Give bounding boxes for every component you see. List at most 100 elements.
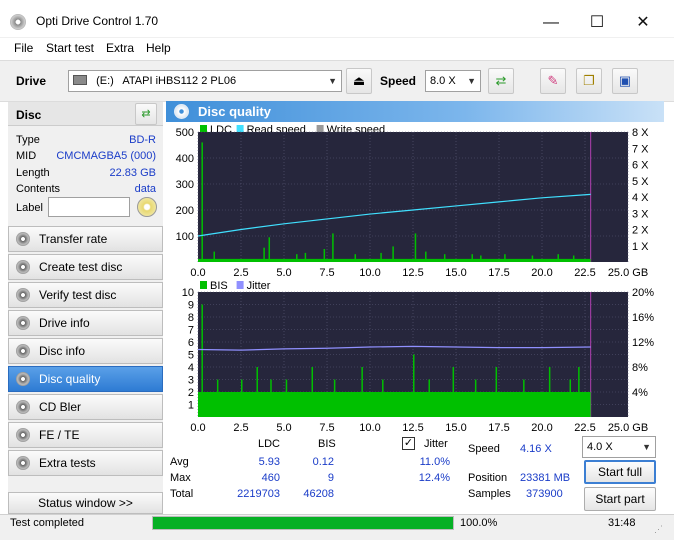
chevron-down-icon: ▼ <box>642 442 651 452</box>
eject-button[interactable]: ⏏ <box>346 68 372 94</box>
copy-button[interactable]: ❐ <box>576 68 602 94</box>
disc-icon <box>16 344 30 358</box>
nav-cd-bler[interactable]: CD Bler <box>8 394 163 420</box>
menu-file[interactable]: File <box>14 41 33 55</box>
chart2-y-tick-label: 3 <box>188 375 194 387</box>
max-ldc-value: 460 <box>261 472 280 484</box>
disc-icon <box>16 372 30 386</box>
chevron-down-icon: ▼ <box>328 76 337 86</box>
test-speed-select[interactable]: 4.0 X ▼ <box>582 436 656 458</box>
start-part-button[interactable]: Start part <box>584 487 656 511</box>
disc-icon <box>16 400 30 414</box>
chart1-ldc-bar <box>471 254 473 262</box>
nav-label: Create test disc <box>39 260 123 274</box>
nav-disc-quality[interactable]: Disc quality <box>8 366 163 392</box>
chart2-bis-bar <box>452 367 455 417</box>
nav-create-test-disc[interactable]: Create test disc <box>8 254 163 280</box>
minimize-button[interactable]: — <box>528 8 574 38</box>
contents-value: data <box>134 183 156 195</box>
close-button[interactable]: ✕ <box>620 8 666 38</box>
chart1-ldc-bar <box>380 252 382 262</box>
chart1-y-tick-label: 300 <box>176 179 194 191</box>
chart1-y2-tick-label: 1 X <box>632 241 649 253</box>
chart2-legend-swatch-1 <box>236 281 244 289</box>
chart2-y-tick-label: 4 <box>188 362 194 374</box>
chart1-y2-tick-label: 2 X <box>632 225 649 237</box>
chart2-x-tick-label: 7.5 <box>319 422 334 432</box>
drive-label: Drive <box>16 74 47 88</box>
chart1-ldc-bar <box>557 254 559 262</box>
nav-verify-test-disc[interactable]: Verify test disc <box>8 282 163 308</box>
app-disc-icon <box>10 14 26 30</box>
chart1-x-tick-label: 12.5 <box>402 267 423 279</box>
nav-label: Extra tests <box>39 456 96 470</box>
chart2-y-tick-label: 5 <box>188 350 194 362</box>
chart1-y2-tick-label: 8 X <box>632 127 649 139</box>
main-title: Disc quality <box>198 104 271 119</box>
chart2-bis-bar <box>578 367 580 417</box>
type-value: BD-R <box>129 134 156 146</box>
jitter-checkbox[interactable]: ✓ <box>402 437 415 450</box>
chart2-bis-bar <box>285 379 288 417</box>
progress-fill <box>153 517 453 529</box>
chart2-x-tick-label: 22.5 <box>574 422 595 432</box>
chart2-bis-bar <box>382 379 384 417</box>
chart1-ldc-bar <box>263 247 265 262</box>
menu-bar <box>0 38 674 60</box>
chart2-bis-bar <box>241 379 243 417</box>
chart1-x-tick-label: 25.0 GB <box>608 267 648 279</box>
chart2-x-tick-label: 10.0 <box>359 422 380 432</box>
copy-icon: ❐ <box>583 73 595 88</box>
chart2-bis-bar <box>428 379 430 417</box>
label-input[interactable] <box>48 197 130 217</box>
chart1-x-tick-label: 7.5 <box>319 267 334 279</box>
maximize-button[interactable]: ☐ <box>574 8 620 38</box>
chart1-x-tick-label: 15.0 <box>445 267 466 279</box>
refresh-arrows-icon: ⇄ <box>141 108 151 120</box>
chart2-bis-bar <box>216 379 219 417</box>
main-panel-header: Disc quality <box>166 101 664 122</box>
nav-transfer-rate[interactable]: Transfer rate <box>8 226 163 252</box>
menu-extra[interactable]: Extra <box>106 41 134 55</box>
chart2-y-tick-label: 10 <box>182 287 194 299</box>
chart2-bis-bar <box>256 367 258 417</box>
refresh-arrows-icon: ⇄ <box>495 73 507 88</box>
nav-label: FE / TE <box>39 428 80 442</box>
drive-name: ATAPI iHBS112 2 PL06 <box>122 75 237 87</box>
chart2-bis-bar <box>413 354 415 417</box>
status-window-button[interactable]: Status window >> <box>8 492 163 514</box>
length-label: Length <box>16 167 50 179</box>
speed-result-label: Speed <box>468 443 500 455</box>
speed-select[interactable]: 8.0 X ▼ <box>425 70 481 92</box>
nav-disc-info[interactable]: Disc info <box>8 338 163 364</box>
stats-header-ldc: LDC <box>258 438 281 450</box>
resize-grip-icon[interactable]: ⋰ <box>654 524 666 536</box>
nav-fe-te[interactable]: FE / TE <box>8 422 163 448</box>
chart1-ldc-bar <box>323 249 326 262</box>
disc-header-label: Disc <box>16 108 42 122</box>
menu-start-test[interactable]: Start test <box>46 41 94 55</box>
window-title: Opti Drive Control 1.70 <box>36 14 159 28</box>
chart1-legend-swatch-2 <box>316 125 324 133</box>
refresh-button[interactable]: ⇄ <box>488 68 514 94</box>
avg-bis-value: 0.12 <box>312 456 334 468</box>
chart1-ldc-bar <box>443 254 446 262</box>
start-full-button[interactable]: Start full <box>584 460 656 484</box>
disc-refresh-button[interactable]: ⇄ <box>135 103 157 125</box>
chart1-ldc-bar <box>354 254 357 262</box>
label-disc-button[interactable] <box>137 197 157 217</box>
chart2-x-tick-label: 15.0 <box>445 422 466 432</box>
chart1-y-tick-label: 400 <box>176 153 194 165</box>
chart1-y2-tick-label: 3 X <box>632 208 649 220</box>
drive-select[interactable]: (E:) ATAPI iHBS112 2 PL06 ▼ <box>68 70 342 92</box>
erase-button[interactable]: ✎ <box>540 68 566 94</box>
chart1-x-tick-label: 2.5 <box>233 267 248 279</box>
contents-label: Contents <box>16 183 61 195</box>
nav-drive-info[interactable]: Drive info <box>8 310 163 336</box>
save-button[interactable]: ▣ <box>612 68 638 94</box>
menu-help[interactable]: Help <box>146 41 171 55</box>
samples-value: 373900 <box>526 488 563 500</box>
nav-extra-tests[interactable]: Extra tests <box>8 450 163 476</box>
chart2-bis-bar <box>270 379 272 417</box>
chart2-y-tick-label: 1 <box>188 400 194 412</box>
